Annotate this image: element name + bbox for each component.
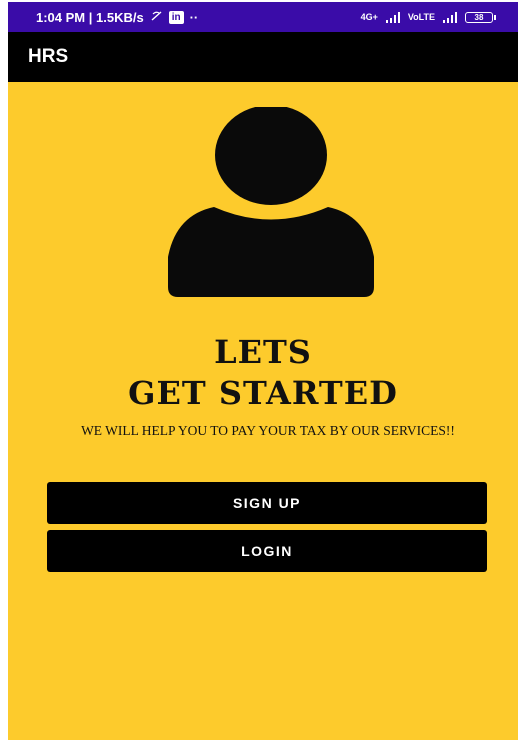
status-left: 1:04 PM | 1.5KB/s in ·· (36, 10, 198, 25)
signal-strength-icon (385, 11, 400, 23)
linkedin-notification-icon: in (168, 10, 184, 24)
battery-icon: 38 (465, 11, 496, 23)
login-button[interactable]: LOGIN (47, 530, 487, 572)
user-silhouette-icon (168, 107, 374, 297)
sign-up-button[interactable]: SIGN UP (47, 482, 487, 524)
signal-strength-icon-2 (443, 11, 457, 23)
headline-line-1: LETS (214, 333, 312, 371)
battery-level: 38 (465, 11, 493, 23)
data-saver-icon (150, 10, 163, 24)
volte-label: VoLTE (407, 12, 435, 22)
app-title: HRS (28, 46, 69, 67)
status-bar: 1:04 PM | 1.5KB/s in ·· 4G+ VoLTE 38 (8, 2, 518, 32)
status-right: 4G+ VoLTE 38 (360, 11, 496, 23)
battery-tip (494, 14, 496, 20)
app-screen: 1:04 PM | 1.5KB/s in ·· 4G+ VoLTE 38 HRS… (8, 2, 518, 740)
more-notifications-indicator: ·· (189, 9, 199, 25)
network-type-label: 4G+ (360, 12, 378, 22)
status-time: 1:04 PM | 1.5KB/s (36, 9, 144, 25)
tagline: WE WILL HELP YOU TO PAY YOUR TAX BY OUR … (81, 423, 455, 438)
headline-line-2: GET STARTED (128, 374, 398, 412)
app-toolbar: HRS (8, 32, 518, 82)
